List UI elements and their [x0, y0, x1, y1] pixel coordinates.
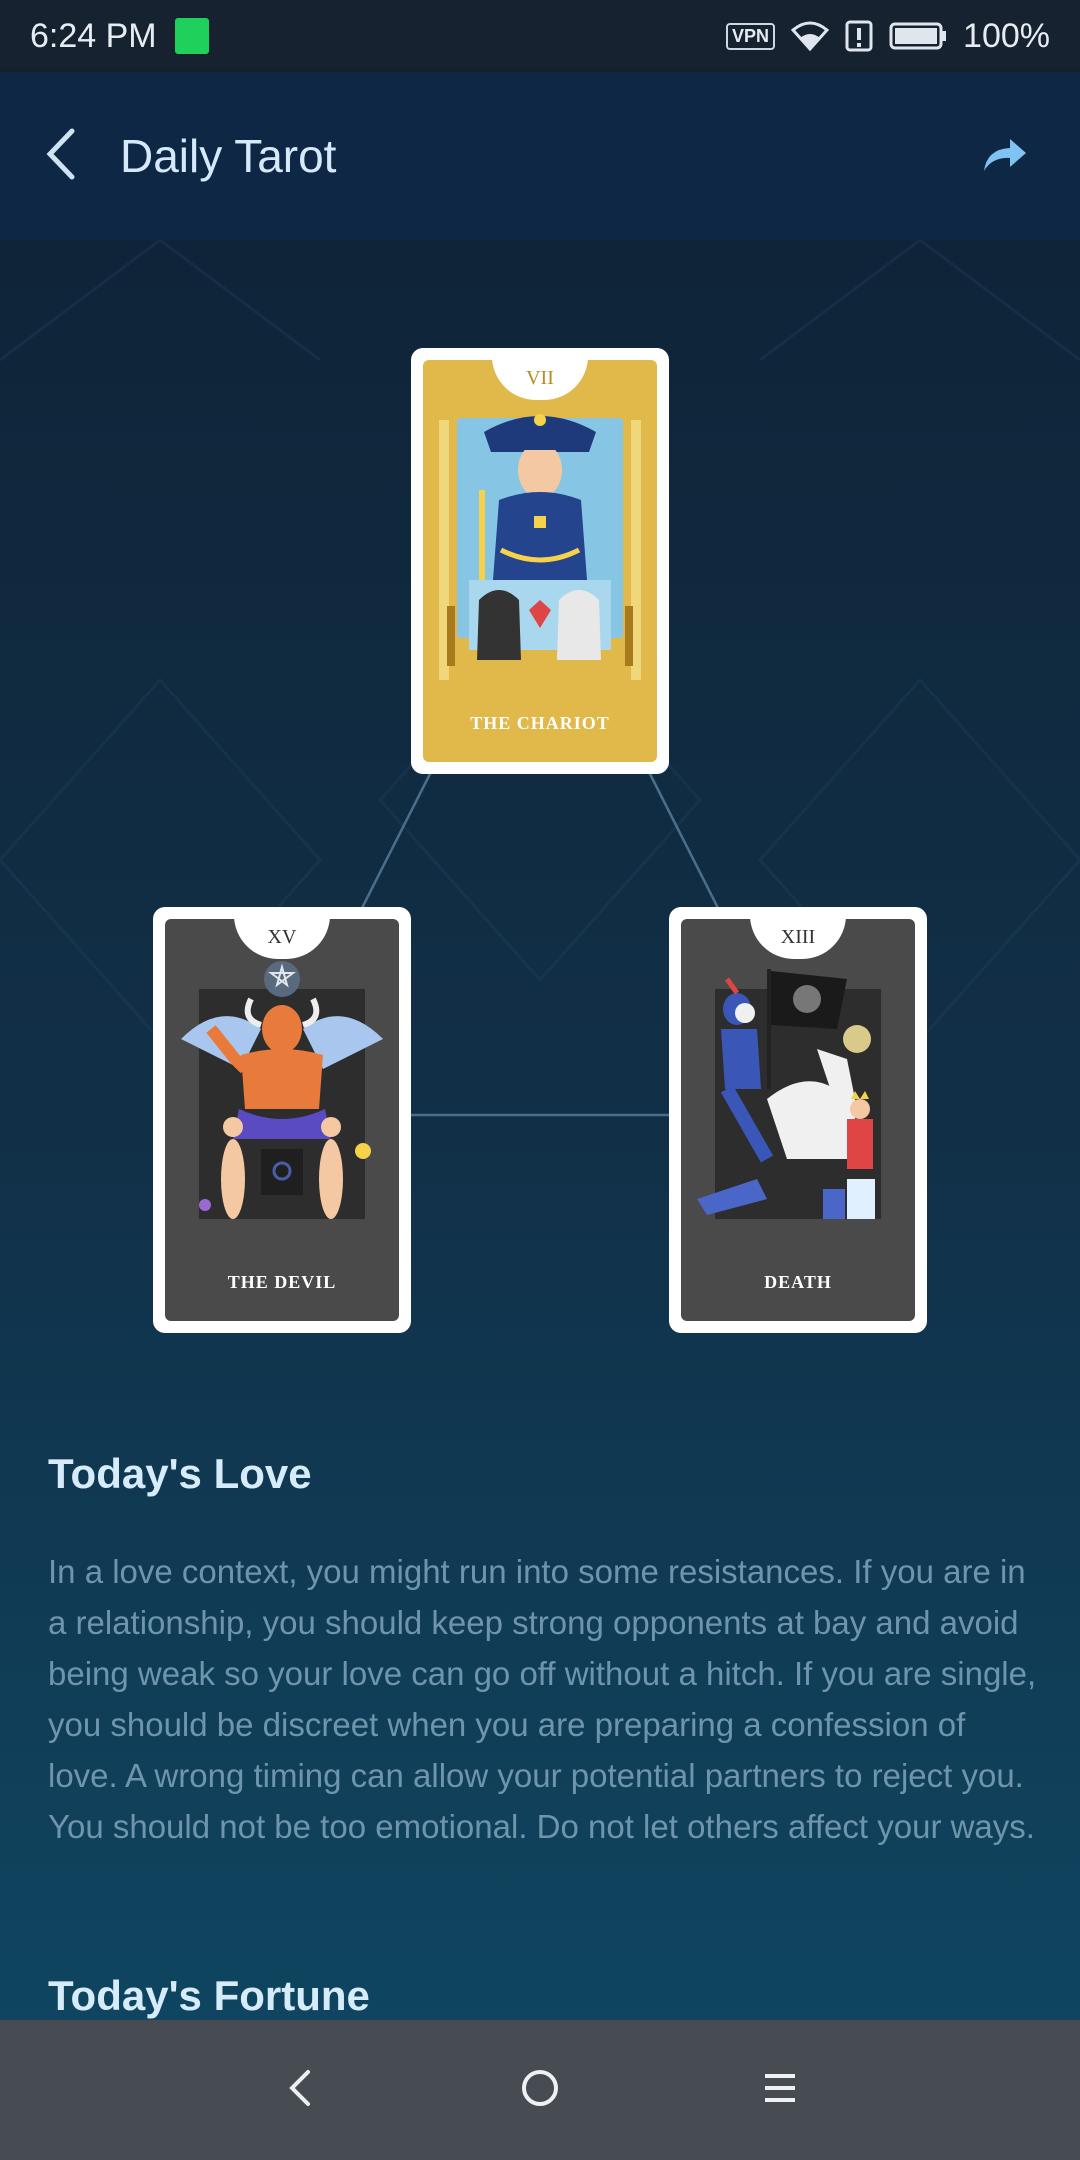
battery-percent: 100% [963, 16, 1050, 55]
card-face: XV THE DEVIL [165, 919, 399, 1321]
devil-illustration [181, 961, 383, 1219]
page-title: Daily Tarot [120, 130, 337, 182]
vpn-icon: VPN [726, 22, 776, 50]
status-left: 6:24 PM [30, 17, 209, 56]
death-illustration [697, 969, 881, 1219]
tarot-content: VII THE CHARIOT XV THE DEVIL XIII DEATH … [0, 240, 1080, 2020]
back-icon [288, 2068, 312, 2113]
status-time: 6:24 PM [30, 16, 157, 55]
nav-home-button[interactable] [490, 2040, 590, 2140]
love-section-title: Today's Love [48, 1450, 312, 1497]
tarot-card-devil[interactable]: XV THE DEVIL [153, 907, 411, 1333]
chevron-left-icon [42, 127, 78, 186]
card-numeral: XV [234, 919, 330, 959]
card-title: THE DEVIL [227, 1272, 337, 1292]
love-section-body: In a love context, you might run into so… [48, 1553, 1037, 1845]
sim-icon [174, 18, 209, 54]
wifi-icon [791, 21, 830, 51]
share-button[interactable] [970, 122, 1040, 192]
status-right: VPN 100% [726, 17, 1050, 56]
card-face: VII THE CHARIOT [423, 360, 657, 762]
tarot-card-chariot[interactable]: VII THE CHARIOT [411, 348, 669, 774]
card-numeral: VII [492, 360, 588, 400]
tarot-card-death[interactable]: XIII DEATH [669, 907, 927, 1333]
card-title: THE CHARIOT [470, 713, 610, 733]
menu-icon [763, 2072, 797, 2109]
chariot-illustration [439, 414, 641, 680]
home-icon [520, 2068, 560, 2113]
back-button[interactable] [0, 72, 120, 240]
system-nav-bar [0, 2020, 1080, 2160]
card-title: DEATH [764, 1272, 832, 1292]
card-face: XIII DEATH [681, 919, 915, 1321]
alert-icon [845, 20, 873, 52]
status-bar: 6:24 PM VPN 100% [0, 0, 1080, 72]
app-bar: Daily Tarot [0, 72, 1080, 240]
card-numeral: XIII [750, 919, 846, 959]
battery-icon [889, 21, 947, 51]
fortune-section-title: Today's Fortune [48, 1972, 370, 2019]
nav-back-button[interactable] [250, 2040, 350, 2140]
share-arrow-icon [982, 137, 1028, 178]
nav-menu-button[interactable] [730, 2040, 830, 2140]
